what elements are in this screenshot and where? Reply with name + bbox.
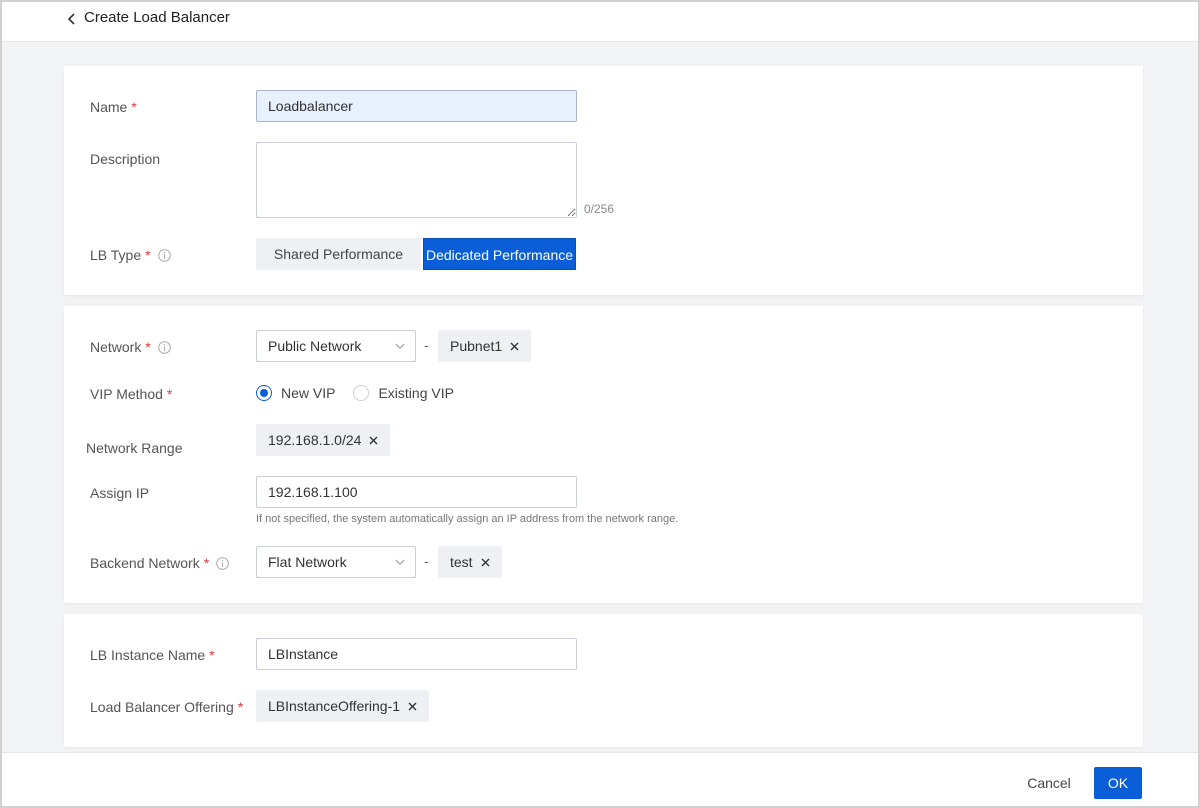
basic-info-card: Name* Description 0/256 LB Type* Shared …: [64, 66, 1143, 295]
required-marker: *: [237, 699, 244, 715]
chevron-down-icon: [395, 558, 405, 566]
dialog-frame: Create Load Balancer Name* Description 0…: [0, 0, 1200, 808]
close-icon[interactable]: [408, 702, 417, 711]
offering-tag: LBInstanceOffering-1: [256, 690, 430, 722]
instance-card: LB Instance Name* Load Balancer Offering…: [64, 614, 1143, 747]
offering-label: Load Balancer Offering *: [90, 699, 244, 715]
lb-type-dedicated-option[interactable]: Dedicated Performance: [423, 238, 576, 270]
description-counter: 0/256: [584, 202, 615, 216]
assign-ip-hint: If not specified, the system automatical…: [256, 513, 679, 525]
instance-name-input[interactable]: [256, 638, 577, 670]
close-icon[interactable]: [369, 436, 378, 445]
description-label: Description: [90, 151, 161, 167]
network-range-label: Network Range: [86, 440, 183, 456]
backend-network-select[interactable]: Flat Network: [256, 546, 416, 578]
ok-button[interactable]: OK: [1094, 767, 1142, 799]
lb-type-shared-option[interactable]: Shared Performance: [256, 238, 421, 270]
network-range-tag: 192.168.1.0/24: [256, 424, 391, 456]
vip-existing-radio[interactable]: Existing VIP: [353, 385, 454, 401]
required-marker: *: [131, 99, 137, 115]
separator: -: [424, 337, 429, 353]
required-marker: *: [166, 386, 173, 402]
vip-new-radio[interactable]: New VIP: [256, 385, 335, 401]
page-header: Create Load Balancer: [2, 2, 1198, 42]
required-marker: *: [203, 555, 210, 571]
chevron-down-icon: [395, 342, 405, 350]
backend-network-label: Backend Network *: [90, 555, 229, 571]
name-label: Name *: [90, 99, 137, 115]
name-input[interactable]: [256, 90, 577, 122]
lb-type-label: LB Type *: [90, 247, 171, 263]
network-label: Network *: [90, 339, 171, 355]
info-icon[interactable]: [158, 340, 171, 354]
radio-dot[interactable]: [353, 385, 370, 401]
vip-method-label: VIP Method *: [90, 386, 173, 402]
network-card: Network * Public Network - Pubnet1 VIP Me…: [64, 306, 1143, 603]
chevron-left-icon[interactable]: [66, 11, 78, 27]
assign-ip-label: Assign IP: [90, 485, 150, 501]
cancel-button[interactable]: Cancel: [1016, 767, 1082, 799]
info-icon[interactable]: [157, 248, 171, 262]
page-title: Create Load Balancer: [84, 9, 230, 26]
network-tag: Pubnet1: [438, 330, 532, 362]
instance-name-label: LB Instance Name *: [90, 647, 215, 663]
assign-ip-input[interactable]: [256, 476, 577, 508]
radio-dot[interactable]: [256, 385, 272, 401]
vip-method-radio-group: New VIP Existing VIP: [256, 385, 472, 401]
required-marker: *: [145, 247, 151, 263]
info-icon[interactable]: [216, 556, 229, 570]
separator: -: [424, 553, 429, 569]
close-icon[interactable]: [481, 558, 490, 567]
description-textarea[interactable]: [256, 142, 577, 218]
required-marker: *: [145, 339, 151, 355]
network-type-select[interactable]: Public Network: [256, 330, 416, 362]
required-marker: *: [209, 647, 215, 663]
backend-network-tag: test: [438, 546, 502, 578]
close-icon[interactable]: [510, 342, 519, 351]
footer-bar: Cancel OK: [2, 752, 1198, 806]
